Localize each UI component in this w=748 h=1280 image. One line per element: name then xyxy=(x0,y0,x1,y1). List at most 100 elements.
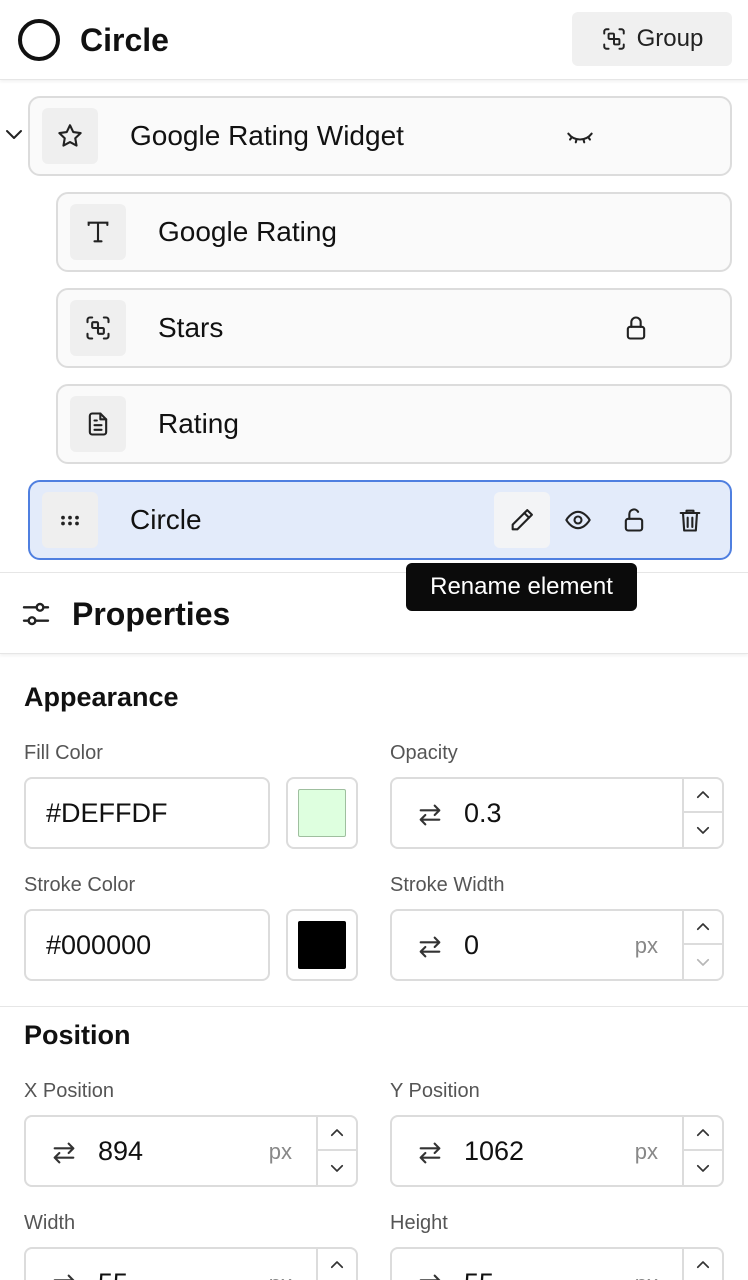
section-divider xyxy=(0,1006,748,1007)
rename-button[interactable] xyxy=(494,492,550,548)
increment-button[interactable] xyxy=(684,911,722,945)
increment-button[interactable] xyxy=(318,1117,356,1151)
unit-label: px xyxy=(268,1139,292,1164)
height-label: Height xyxy=(390,1212,448,1234)
layer-icon-box xyxy=(70,300,126,356)
x-position-input[interactable]: 894 px xyxy=(24,1115,358,1187)
top-header: Circle Group xyxy=(0,0,748,80)
decrement-button[interactable] xyxy=(318,1151,356,1185)
chevron-up-icon xyxy=(330,1129,344,1137)
pencil-icon xyxy=(511,509,533,531)
increment-button[interactable] xyxy=(318,1249,356,1280)
swap-arrows-icon xyxy=(419,1142,441,1164)
swap-arrows-icon xyxy=(53,1274,75,1280)
chevron-down-icon[interactable] xyxy=(2,122,26,146)
decrement-button[interactable] xyxy=(684,945,722,979)
stroke-color-label: Stroke Color xyxy=(24,874,136,896)
properties-title: Properties xyxy=(72,596,231,632)
group-button[interactable]: Group xyxy=(572,12,732,66)
group-button-label: Group xyxy=(636,25,704,52)
chevron-up-icon xyxy=(696,791,710,799)
stroke-width-label: Stroke Width xyxy=(390,874,505,896)
y-position-value: 1062 xyxy=(464,1136,525,1166)
fill-color-label: Fill Color xyxy=(24,742,103,764)
increment-button[interactable] xyxy=(684,1249,722,1280)
width-stepper xyxy=(316,1249,356,1280)
height-stepper xyxy=(682,1249,722,1280)
y-position-label: Y Position xyxy=(390,1080,480,1102)
stroke-width-value: 0 xyxy=(464,930,480,960)
increment-button[interactable] xyxy=(684,779,722,813)
opacity-input[interactable]: 0.3 xyxy=(390,777,724,849)
delete-button[interactable] xyxy=(662,492,718,548)
lock-toggle[interactable] xyxy=(608,300,664,356)
swap-arrows-icon xyxy=(53,1142,75,1164)
decrement-button[interactable] xyxy=(684,813,722,847)
fill-color-value: #DEFFDF xyxy=(46,797,168,828)
appearance-section-title: Appearance xyxy=(24,682,179,712)
stroke-width-input[interactable]: 0 px xyxy=(390,909,724,981)
fill-color-picker[interactable] xyxy=(286,777,358,849)
layer-row-google-rating-widget[interactable]: Google Rating Widget xyxy=(28,96,732,176)
opacity-label: Opacity xyxy=(390,742,458,764)
drag-handle-icon xyxy=(61,515,79,526)
layer-label: Rating xyxy=(158,408,239,439)
element-title: Circle xyxy=(80,22,169,58)
stroke-color-picker[interactable] xyxy=(286,909,358,981)
width-input[interactable]: 55 px xyxy=(24,1247,358,1280)
fill-color-swatch xyxy=(298,789,346,837)
swap-arrows-icon xyxy=(419,804,441,826)
chevron-up-icon xyxy=(696,923,710,931)
stroke-color-input[interactable]: #000000 xyxy=(24,909,270,981)
fill-color-input[interactable]: #DEFFDF xyxy=(24,777,270,849)
chevron-down-icon xyxy=(696,958,710,966)
y-position-stepper xyxy=(682,1117,722,1185)
chevron-down-icon xyxy=(330,1164,344,1172)
decrement-button[interactable] xyxy=(684,1151,722,1185)
chevron-down-icon xyxy=(696,1164,710,1172)
layer-label: Google Rating Widget xyxy=(130,120,404,151)
lock-button[interactable] xyxy=(606,492,662,548)
stroke-width-stepper xyxy=(682,911,722,979)
layer-icon-box xyxy=(42,108,98,164)
visibility-toggle[interactable] xyxy=(552,108,608,164)
layer-icon-box xyxy=(70,204,126,260)
unit-label: px xyxy=(634,933,658,958)
layer-row-stars[interactable]: Stars xyxy=(56,288,732,368)
opacity-value: 0.3 xyxy=(464,798,502,828)
x-position-value: 894 xyxy=(98,1136,144,1166)
unit-label: px xyxy=(269,1267,292,1280)
circle-shape-icon xyxy=(18,19,60,61)
layer-row-circle-selected[interactable]: Circle xyxy=(28,480,732,560)
unit-label: px xyxy=(635,1267,658,1280)
opacity-stepper xyxy=(682,779,722,847)
group-icon xyxy=(86,316,110,340)
stroke-color-value: #000000 xyxy=(46,929,152,960)
visibility-button[interactable] xyxy=(550,492,606,548)
group-icon xyxy=(602,28,625,50)
increment-button[interactable] xyxy=(684,1117,722,1151)
layer-row-google-rating[interactable]: Google Rating xyxy=(56,192,732,272)
eye-icon xyxy=(565,510,591,530)
layer-label: Google Rating xyxy=(158,216,338,247)
position-section-title: Position xyxy=(24,1020,131,1050)
chevron-up-icon xyxy=(696,1261,710,1269)
swap-arrows-icon xyxy=(419,936,441,958)
width-label: Width xyxy=(24,1212,76,1234)
x-position-label: X Position xyxy=(24,1080,115,1102)
sliders-icon xyxy=(22,602,50,626)
drag-handle[interactable] xyxy=(42,492,98,548)
width-value: 55 xyxy=(98,1265,128,1280)
stroke-color-swatch xyxy=(298,921,346,969)
unlock-icon xyxy=(624,508,644,532)
y-position-input[interactable]: 1062 px xyxy=(390,1115,724,1187)
height-input[interactable]: 55 px xyxy=(390,1247,724,1280)
trash-icon xyxy=(679,509,701,532)
eye-closed-icon xyxy=(567,132,593,144)
star-icon xyxy=(58,124,82,147)
rename-tooltip: Rename element xyxy=(406,563,637,611)
layer-label: Stars xyxy=(158,312,224,343)
layer-row-rating[interactable]: Rating xyxy=(56,384,732,464)
x-position-stepper xyxy=(316,1117,356,1185)
swap-arrows-icon xyxy=(419,1274,441,1280)
